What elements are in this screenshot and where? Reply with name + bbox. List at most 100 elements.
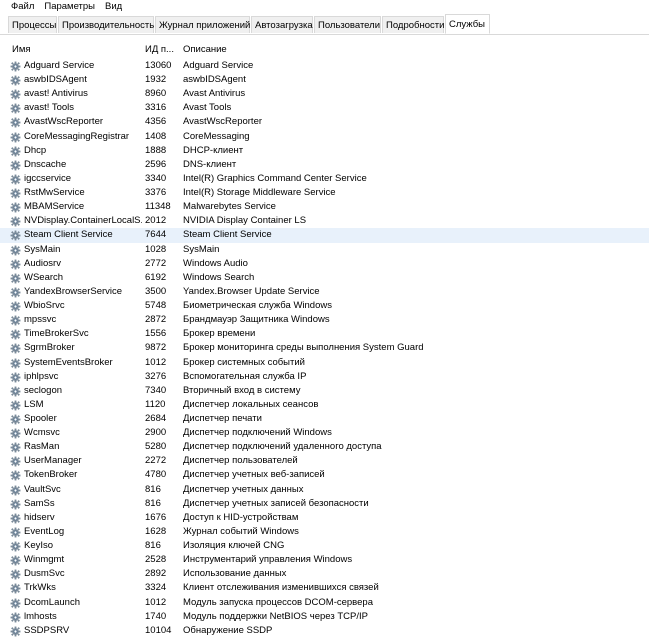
service-row[interactable]: Winmgmt 2528 Инструментарий управления Win… xyxy=(0,553,649,567)
service-row[interactable]: Spooler 2684 Диспетчер печати xyxy=(0,412,649,426)
service-row[interactable]: DcomLaunch 1012 Модуль запуска процессов D… xyxy=(0,596,649,610)
service-row[interactable]: Wcmsvc 2900 Диспетчер подключений Windows xyxy=(0,426,649,440)
service-pid: 11348 xyxy=(145,201,171,213)
service-gear-icon xyxy=(10,442,21,453)
tab-app-history[interactable]: Журнал приложений xyxy=(155,16,250,33)
service-row[interactable]: KeyIso 816 Изоляция ключей CNG xyxy=(0,539,649,553)
service-pid: 4780 xyxy=(145,469,167,481)
service-description: NVIDIA Display Container LS xyxy=(183,215,307,227)
menu-view[interactable]: Вид xyxy=(100,0,127,14)
service-row[interactable]: avast! Antivirus 8960 Avast Antivirus xyxy=(0,87,649,101)
service-name: Audiosrv xyxy=(24,257,61,269)
menu-bar: Файл Параметры Вид xyxy=(0,0,649,14)
service-gear-icon xyxy=(10,202,21,213)
service-description: Доступ к HID-устройствам xyxy=(183,511,299,523)
tab-startup[interactable]: Автозагрузка xyxy=(251,16,313,33)
service-pid: 2528 xyxy=(145,554,167,566)
tab-services[interactable]: Службы xyxy=(445,14,490,34)
service-pid: 816 xyxy=(145,540,161,552)
service-description: Adguard Service xyxy=(183,60,254,71)
service-row[interactable]: SamSs 816 Диспетчер учетных записей безопа… xyxy=(0,497,649,511)
service-row[interactable]: hidserv 1676 Доступ к HID-устройствам xyxy=(0,511,649,525)
service-row[interactable]: RasMan 5280 Диспетчер подключений удаленно… xyxy=(0,440,649,454)
service-row[interactable]: CoreMessagingRegistrar 1408 CoreMessaging xyxy=(0,130,649,144)
service-row[interactable]: Dnscache 2596 DNS-клиент xyxy=(0,158,649,172)
service-description: Steam Client Service xyxy=(183,229,272,241)
service-name: Steam Client Service xyxy=(24,229,113,241)
service-gear-icon xyxy=(10,626,21,637)
service-row[interactable]: Audiosrv 2772 Windows Audio xyxy=(0,257,649,271)
service-gear-icon xyxy=(10,216,21,227)
service-row[interactable]: Adguard Service 13060 Adguard Service xyxy=(0,59,649,73)
column-header-pid[interactable]: ИД п... xyxy=(145,43,174,57)
service-description: DHCP-клиент xyxy=(183,144,244,156)
service-row[interactable]: RstMwService 3376 Intel(R) Storage Middlew… xyxy=(0,186,649,200)
service-row[interactable]: DusmSvc 2892 Использование данных xyxy=(0,567,649,581)
service-gear-icon xyxy=(10,315,21,326)
service-row[interactable]: VaultSvc 816 Диспетчер учетных данных xyxy=(0,483,649,497)
service-name: MBAMService xyxy=(24,201,85,213)
service-gear-icon xyxy=(10,428,21,439)
service-pid: 3500 xyxy=(145,285,167,297)
service-row[interactable]: TokenBroker 4780 Диспетчер учетных веб-зап… xyxy=(0,468,649,482)
service-name: RasMan xyxy=(24,441,60,453)
service-description: Вторичный вход в систему xyxy=(183,384,301,396)
service-row[interactable]: NVDisplay.ContainerLocalS... 2012 NVIDIA D… xyxy=(0,214,649,228)
service-row[interactable]: seclogon 7340 Вторичный вход в систему xyxy=(0,384,649,398)
menu-options[interactable]: Параметры xyxy=(39,0,100,14)
service-name: lmhosts xyxy=(24,610,57,622)
service-row[interactable]: Dhcp 1888 DHCP-клиент xyxy=(0,144,649,158)
service-row[interactable]: igccservice 3340 Intel(R) Graphics Command… xyxy=(0,172,649,186)
service-gear-icon xyxy=(10,513,21,524)
service-row[interactable]: avast! Tools 3316 Avast Tools xyxy=(0,101,649,115)
service-gear-icon xyxy=(10,456,21,467)
service-gear-icon xyxy=(10,329,21,340)
column-header-description[interactable]: Описание xyxy=(183,43,227,57)
tab-processes[interactable]: Процессы xyxy=(8,16,57,33)
service-row[interactable]: MBAMService 11348 Malwarebytes Service xyxy=(0,200,649,214)
column-header-name[interactable]: Имя xyxy=(12,43,31,57)
service-gear-icon xyxy=(10,485,21,496)
service-row[interactable]: LSM 1120 Диспетчер локальных сеансов xyxy=(0,398,649,412)
service-row[interactable]: EventLog 1628 Журнал событий Windows xyxy=(0,525,649,539)
service-gear-icon xyxy=(10,188,21,199)
service-gear-icon xyxy=(10,372,21,383)
service-row[interactable]: TrkWks 3324 Клиент отслеживания изменивших… xyxy=(0,581,649,595)
service-gear-icon xyxy=(10,612,21,623)
service-row[interactable]: SystemEventsBroker 1012 Брокер системных с… xyxy=(0,356,649,370)
service-row[interactable]: WSearch 6192 Windows Search xyxy=(0,271,649,285)
tab-performance[interactable]: Производительность xyxy=(58,16,154,33)
service-row[interactable]: WbioSrvc 5748 Биометрическая служба Window… xyxy=(0,299,649,313)
service-pid: 1012 xyxy=(145,356,167,368)
tab-details[interactable]: Подробности xyxy=(382,16,444,33)
service-description: Модуль поддержки NetBIOS через TCP/IP xyxy=(183,610,368,622)
service-gear-icon xyxy=(10,569,21,580)
service-gear-icon xyxy=(10,259,21,270)
service-row[interactable]: Steam Client Service 7644 Steam Client Ser… xyxy=(0,228,649,243)
service-row[interactable]: SgrmBroker 9872 Брокер мониторинга среды в… xyxy=(0,341,649,355)
service-row[interactable]: mpssvc 2872 Брандмауэр Защитника Windows xyxy=(0,313,649,327)
service-row[interactable]: SSDPSRV 10104 Обнаружение SSDP xyxy=(0,624,649,638)
service-gear-icon xyxy=(10,75,21,86)
service-name: VaultSvc xyxy=(24,483,61,495)
service-description: Avast Tools xyxy=(183,102,232,114)
service-row[interactable]: lmhosts 1740 Модуль поддержки NetBIOS чере… xyxy=(0,610,649,624)
service-pid: 816 xyxy=(145,483,161,495)
service-row[interactable]: SysMain 1028 SysMain xyxy=(0,243,649,257)
service-row[interactable]: UserManager 2272 Диспетчер пользователей xyxy=(0,454,649,468)
service-row[interactable]: iphlpsvc 3276 Вспомогательная служба IP xyxy=(0,370,649,384)
service-description: Диспетчер печати xyxy=(183,413,262,424)
service-row[interactable]: YandexBrowserService 3500 Yandex.Browser U… xyxy=(0,285,649,299)
service-name: WbioSrvc xyxy=(24,300,65,312)
tab-users[interactable]: Пользователи xyxy=(314,16,381,33)
service-pid: 1028 xyxy=(145,243,167,255)
service-name: LSM xyxy=(24,398,44,410)
service-row[interactable]: AvastWscReporter 4356 AvastWscReporter xyxy=(0,115,649,129)
menu-file[interactable]: Файл xyxy=(0,0,39,14)
service-gear-icon xyxy=(10,245,21,256)
service-name: Dnscache xyxy=(24,158,67,170)
service-row[interactable]: TimeBrokerSvc 1556 Брокер времени xyxy=(0,327,649,341)
service-row[interactable]: aswbIDSAgent 1932 aswbIDSAgent xyxy=(0,73,649,87)
service-pid: 13060 xyxy=(145,60,172,71)
service-pid: 5748 xyxy=(145,300,167,312)
